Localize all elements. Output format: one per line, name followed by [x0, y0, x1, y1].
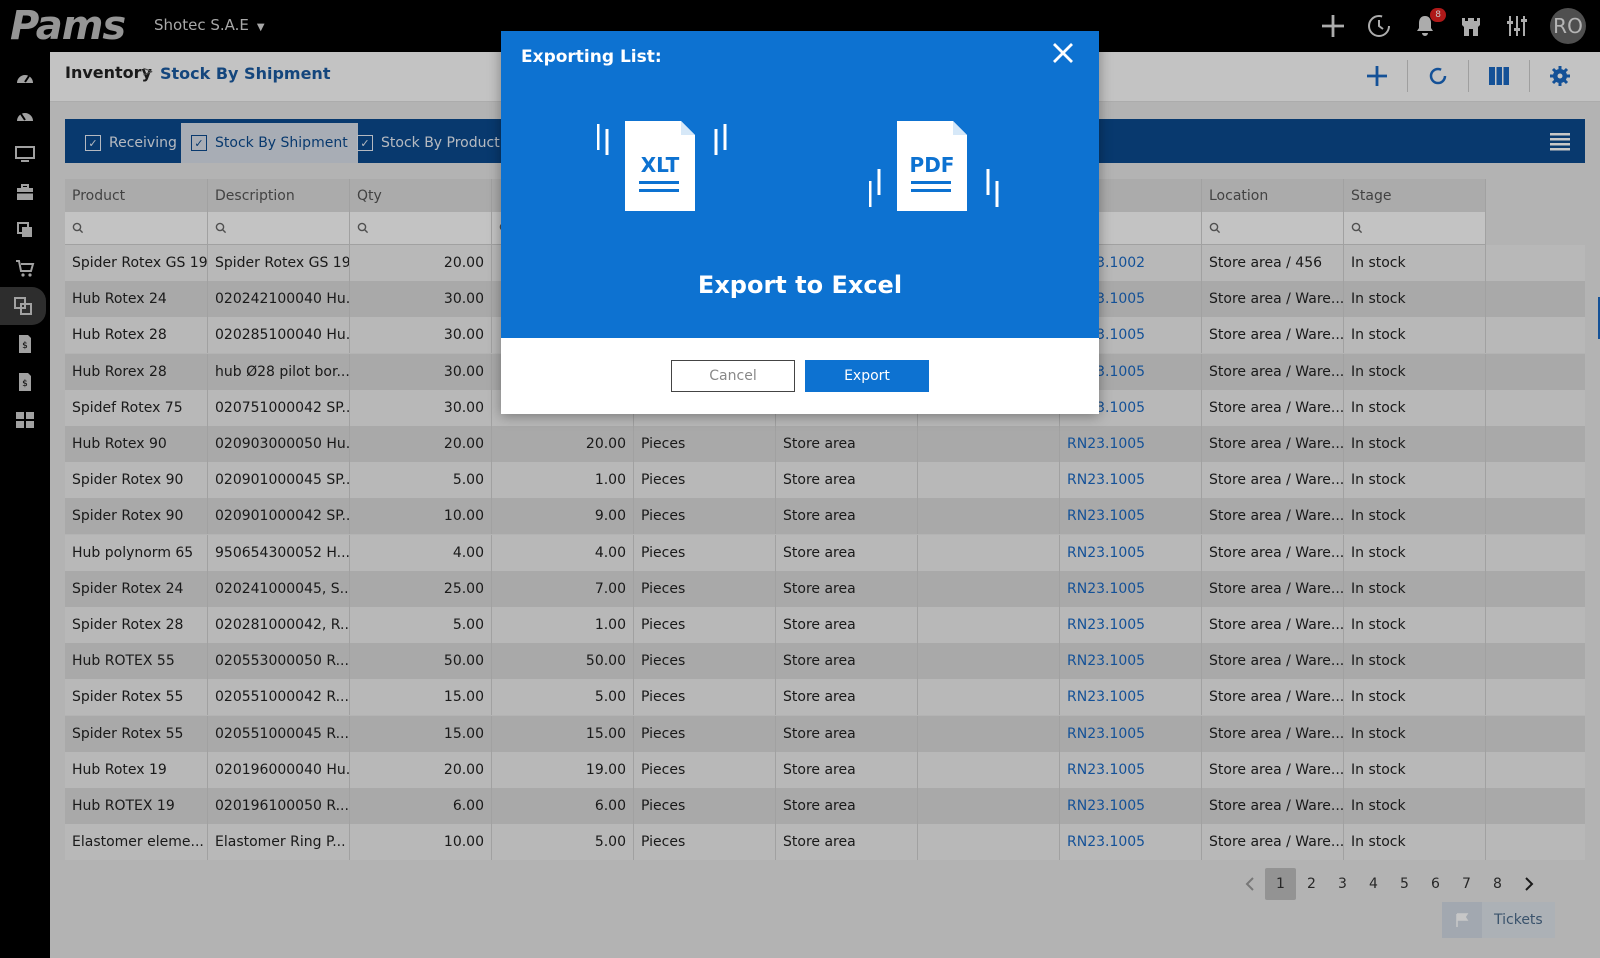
app-root: Pams Shotec S.A.E ▼ 8 RO $ $ Inventory >… [0, 0, 1600, 958]
dialog-title: Exporting List: [521, 47, 662, 67]
export-option-label: Export to Excel [697, 271, 903, 299]
export-button[interactable]: Export [805, 360, 929, 392]
close-icon[interactable] [1049, 39, 1077, 67]
pdf-icon-text: PDF [910, 153, 955, 177]
export-dialog-header: Exporting List: XLT PDF Export to Excel [501, 31, 1099, 338]
cancel-button[interactable]: Cancel [671, 360, 795, 392]
export-excel-option[interactable]: XLT [596, 119, 727, 219]
excel-file-icon: XLT [596, 121, 727, 211]
excel-icon-text: XLT [641, 153, 680, 177]
export-dialog: Exporting List: XLT PDF Export to Excel … [501, 31, 1099, 414]
export-pdf-option[interactable]: PDF [868, 119, 999, 219]
pdf-file-icon: PDF [868, 121, 999, 211]
